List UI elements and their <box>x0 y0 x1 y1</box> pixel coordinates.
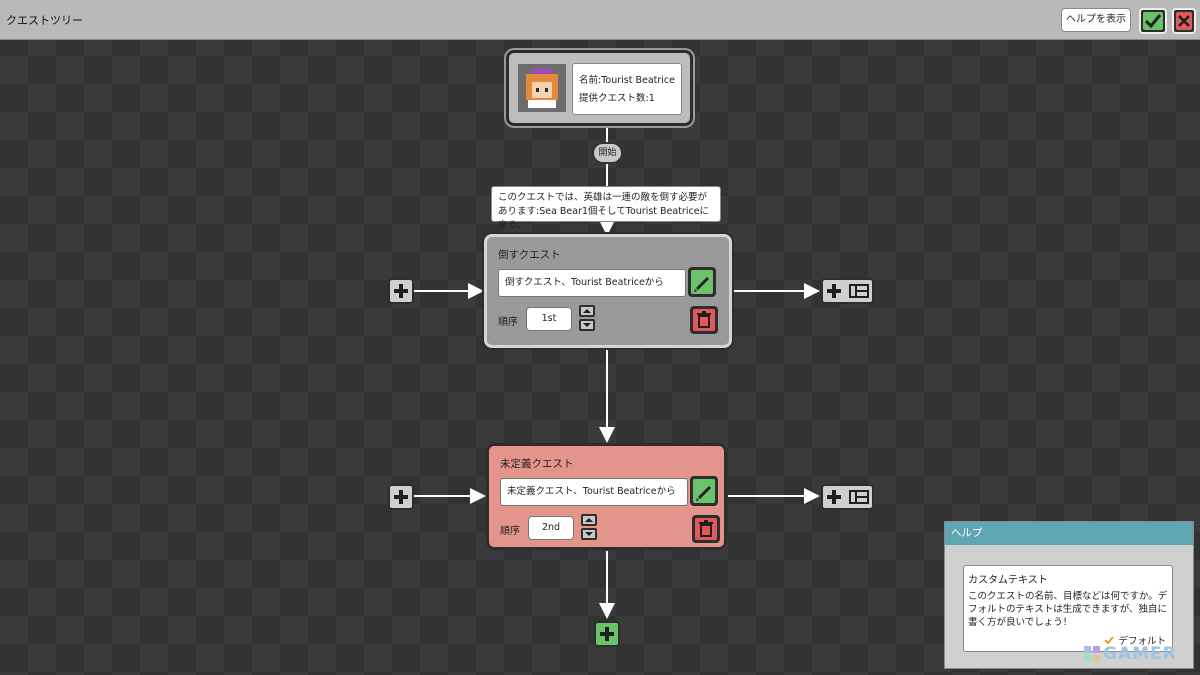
top-bar: クエストツリー ヘルプを表示 <box>0 0 1200 40</box>
add-prerequisite-button-1[interactable] <box>388 278 414 304</box>
move-up-button[interactable] <box>581 514 597 526</box>
trash-icon <box>697 311 711 328</box>
edit-quest-button[interactable] <box>688 267 716 297</box>
link-icon <box>827 490 869 504</box>
order-arrows <box>579 305 595 331</box>
npc-avatar <box>518 64 566 112</box>
watermark-text: GAMER <box>1103 644 1177 664</box>
plus-icon <box>394 490 408 504</box>
arrow-up-icon <box>585 518 593 522</box>
quest-title: 未定義クエスト <box>500 458 574 470</box>
quest-description: このクエストでは、英雄は一連の敵を倒す必要があります:Sea Bear1個そして… <box>491 186 721 231</box>
help-panel-body: カスタムテキスト このクエストの名前、目標などは何ですか。デフォルトのテキストは… <box>963 565 1173 652</box>
quest-node-1[interactable]: 倒すクエスト 倒すクエスト、Tourist Beatriceから 順序 1st <box>484 234 732 348</box>
add-branch-button-1[interactable] <box>821 278 874 304</box>
start-node: 開始 <box>592 142 623 164</box>
trash-icon <box>699 520 713 537</box>
window-title: クエストツリー <box>6 14 83 27</box>
quest-giver-info: 名前:Tourist Beatrice 提供クエスト数:1 <box>572 63 682 115</box>
help-title: カスタムテキスト <box>968 575 1048 586</box>
help-text: このクエストの名前、目標などは何ですか。デフォルトのテキストは生成できますが、独… <box>968 591 1168 628</box>
help-panel-header: ヘルプ <box>945 522 1193 545</box>
order-value[interactable]: 1st <box>526 307 572 331</box>
check-icon <box>1144 14 1162 29</box>
add-branch-button-2[interactable] <box>821 484 874 510</box>
arrow-down-icon <box>583 323 591 327</box>
add-prerequisite-button-2[interactable] <box>388 484 414 510</box>
order-label: 順序 <box>498 317 518 328</box>
pencil-icon <box>696 486 711 501</box>
quest-giver-card[interactable]: 名前:Tourist Beatrice 提供クエスト数:1 <box>506 50 693 126</box>
order-label: 順序 <box>500 526 520 537</box>
delete-quest-button[interactable] <box>692 515 720 543</box>
edit-quest-button[interactable] <box>690 476 718 506</box>
arrow-up-icon <box>583 309 591 313</box>
close-button[interactable] <box>1172 8 1196 34</box>
plus-icon <box>600 627 614 641</box>
move-down-button[interactable] <box>579 319 595 331</box>
giver-name: 名前:Tourist Beatrice <box>579 75 675 86</box>
gamer-logo-icon <box>1084 646 1100 662</box>
plus-icon <box>394 284 408 298</box>
close-icon <box>1178 15 1190 27</box>
quest-name-field[interactable]: 倒すクエスト、Tourist Beatriceから <box>498 269 686 297</box>
giver-quest-count: 提供クエスト数:1 <box>579 93 655 104</box>
order-arrows <box>581 514 597 540</box>
show-help-button[interactable]: ヘルプを表示 <box>1061 8 1131 32</box>
confirm-button[interactable] <box>1139 8 1167 34</box>
gamer-watermark: GAMER <box>1083 644 1177 664</box>
quest-title: 倒すクエスト <box>498 249 561 261</box>
quest-name-field[interactable]: 未定義クエスト、Tourist Beatriceから <box>500 478 688 506</box>
delete-quest-button[interactable] <box>690 306 718 334</box>
arrow-down-icon <box>585 532 593 536</box>
quest-node-2[interactable]: 未定義クエスト 未定義クエスト、Tourist Beatriceから 順序 2n… <box>486 443 727 550</box>
add-next-quest-button[interactable] <box>594 621 620 647</box>
move-up-button[interactable] <box>579 305 595 317</box>
link-icon <box>827 284 869 298</box>
pencil-icon <box>694 277 709 292</box>
npc-portrait-icon <box>518 64 566 112</box>
move-down-button[interactable] <box>581 528 597 540</box>
order-value[interactable]: 2nd <box>528 516 574 540</box>
